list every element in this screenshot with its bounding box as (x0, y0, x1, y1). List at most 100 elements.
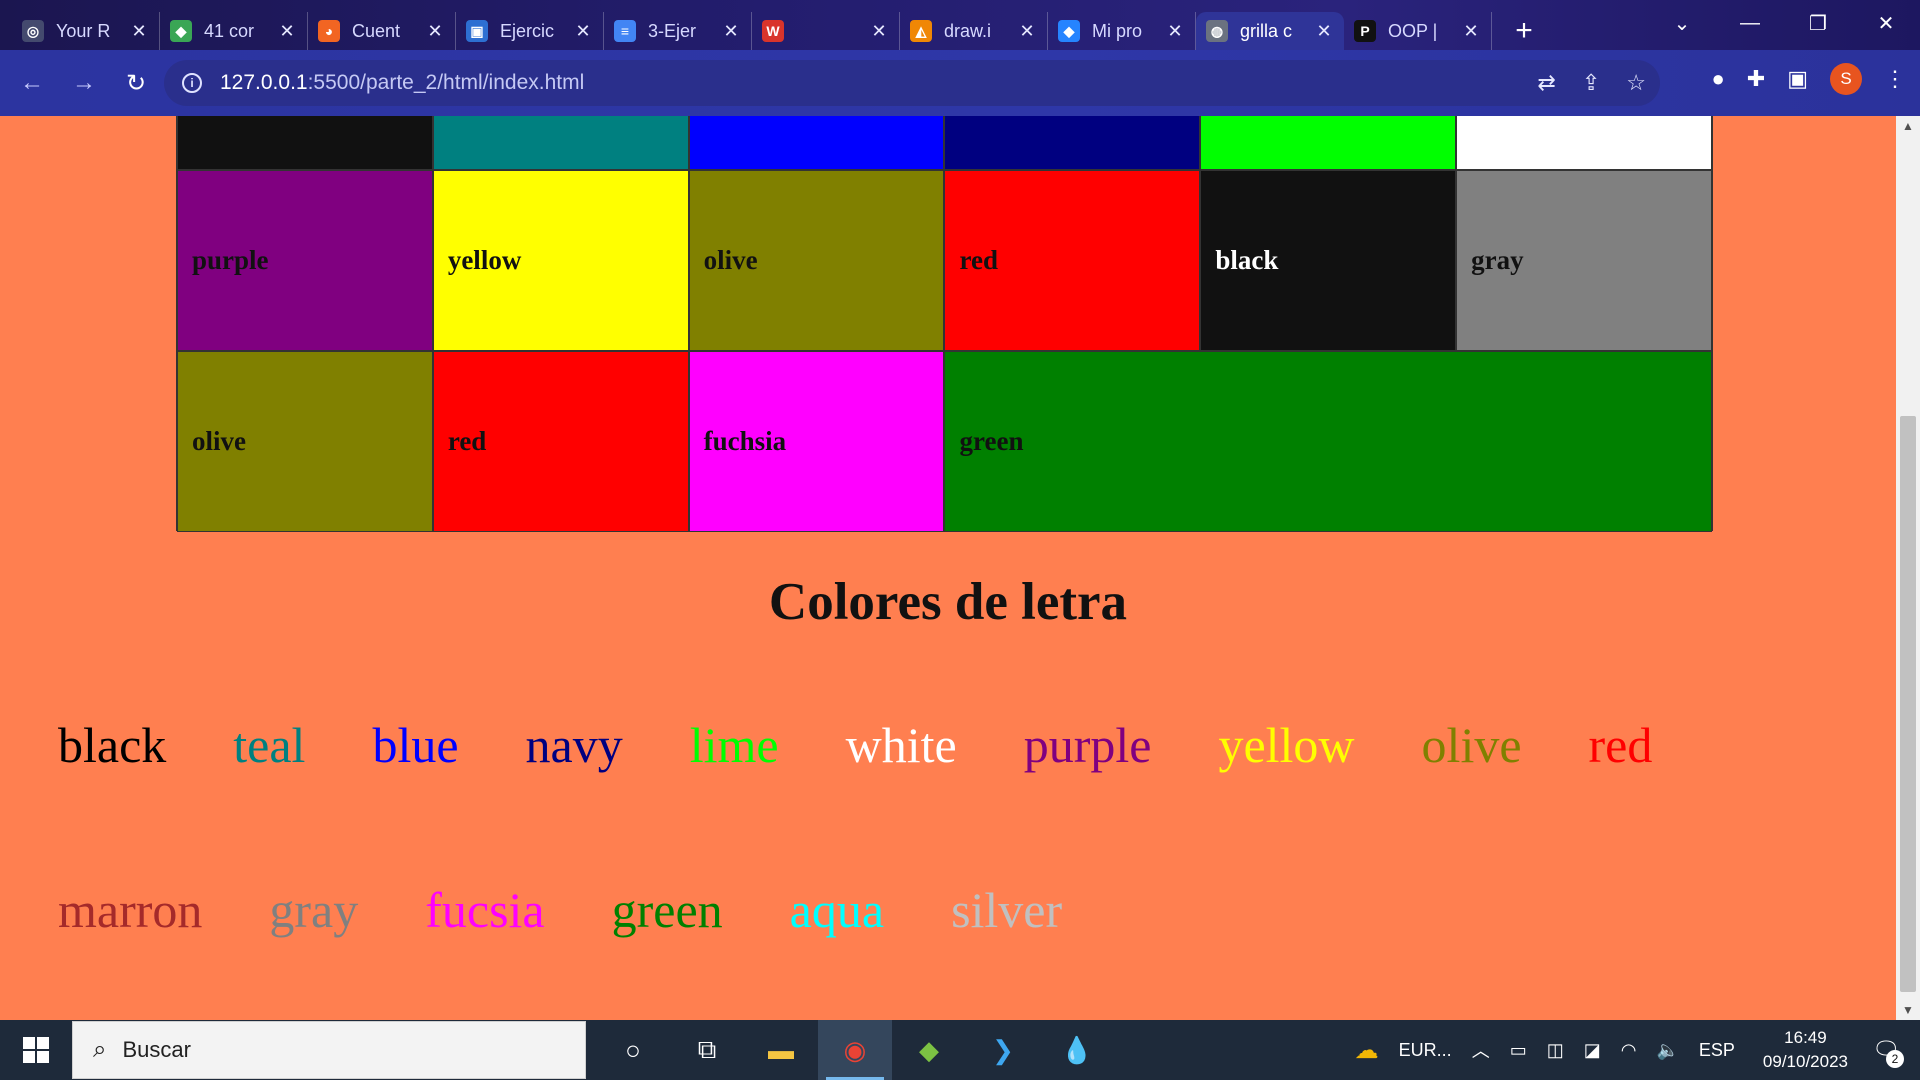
profile-avatar[interactable]: S (1830, 63, 1862, 95)
grid-cell-gray: gray (1456, 170, 1712, 351)
tab-search-icon[interactable]: ⌄ (1648, 0, 1716, 46)
browser-tab[interactable]: ◍ grilla c ✕ (1196, 12, 1344, 50)
color-word-lime: lime (689, 717, 779, 773)
color-word-gray: gray (269, 882, 359, 938)
tab-title: Ejercic (500, 20, 555, 41)
cortana-icon[interactable]: ○ (596, 1020, 670, 1080)
grid-cell (432, 116, 689, 170)
back-button[interactable]: ← (12, 63, 52, 103)
browser-tab[interactable]: W ✕ (752, 12, 900, 50)
scroll-down-icon[interactable]: ▼ (1896, 1000, 1920, 1020)
menu-kebab-icon[interactable]: ⋮ (1884, 66, 1906, 92)
git-icon[interactable]: ◆ (892, 1020, 966, 1080)
browser-tab[interactable]: ◎ Your R ✕ (12, 12, 160, 50)
clock-time: 16:49 (1784, 1028, 1827, 1047)
close-tab-icon[interactable]: ✕ (1461, 21, 1481, 42)
close-tab-icon[interactable]: ✕ (1314, 21, 1334, 42)
browser-tab[interactable]: ≡ 3-Ejer ✕ (604, 12, 752, 50)
tray-overflow-icon[interactable]: ︿ (1472, 1037, 1490, 1063)
tab-title: 41 cor (204, 20, 255, 41)
weather-label[interactable]: EUR... (1399, 1040, 1452, 1061)
side-panel-icon[interactable]: ▣ (1787, 66, 1808, 92)
tab-favicon-icon: ◭ (910, 20, 932, 42)
vscode-icon[interactable]: ❯ (966, 1020, 1040, 1080)
grid-cell-black: black (1200, 170, 1457, 351)
forward-button[interactable]: → (64, 63, 104, 103)
clock-date: 09/10/2023 (1762, 1052, 1848, 1071)
browser-toolbar: ← → ↻ i 127.0.0.1:5500/parte_2/html/inde… (0, 50, 1920, 116)
color-word-navy: navy (525, 717, 623, 773)
grid-cell (1200, 116, 1457, 170)
taskbar-search-box[interactable]: ⌕ Buscar (72, 1021, 586, 1079)
address-bar[interactable]: i 127.0.0.1:5500/parte_2/html/index.html… (164, 60, 1660, 106)
notification-badge: 2 (1886, 1050, 1904, 1068)
grid-cell-green: green (944, 351, 1712, 532)
window-controls: ⌄ — ❐ ✕ (1648, 0, 1920, 46)
tab-favicon-icon: ◆ (170, 20, 192, 42)
tab-favicon-icon: ◍ (1206, 20, 1228, 42)
color-grid: purple yellow olive red black gray olive red fuc… (176, 116, 1713, 532)
close-tab-icon[interactable]: ✕ (129, 21, 149, 42)
close-window-button[interactable]: ✕ (1852, 0, 1920, 46)
color-word-silver: silver (951, 882, 1063, 938)
restore-button[interactable]: ❐ (1784, 0, 1852, 46)
browser-tab[interactable]: ◭ draw.i ✕ (900, 12, 1048, 50)
browser-tab[interactable]: ◆ Mi pro ✕ (1048, 12, 1196, 50)
tab-favicon-icon: ≡ (614, 20, 636, 42)
tab-favicon-icon: ◆ (1058, 20, 1080, 42)
browser-tab[interactable]: P OOP | ✕ (1344, 12, 1492, 50)
browser-tab-strip: ◎ Your R ✕ ◆ 41 cor ✕ ◕ Cuent ✕ ▣ Ejercic ✕ ≡ 3-Ejer ✕… (0, 0, 1920, 50)
extension-icon[interactable]: ● (1711, 66, 1724, 92)
chrome-icon[interactable]: ◉ (818, 1020, 892, 1080)
weather-icon[interactable]: ☁ (1355, 1036, 1379, 1065)
new-tab-button[interactable]: + (1506, 14, 1542, 48)
notifications-icon[interactable]: 🗨 2 (1866, 1030, 1906, 1070)
antivirus-icon[interactable]: ◪ (1584, 1040, 1601, 1061)
grid-cell (1456, 116, 1712, 170)
file-explorer-icon[interactable]: ▬ (744, 1020, 818, 1080)
windows-taskbar: ⌕ Buscar ○ ⧉ ▬ ◉ ◆ ❯ 💧 ☁ EUR... ︿ ▭ ◫ ◪ … (0, 1020, 1920, 1080)
reload-button[interactable]: ↻ (116, 63, 156, 103)
close-tab-icon[interactable]: ✕ (721, 21, 741, 42)
language-indicator[interactable]: ESP (1699, 1040, 1735, 1061)
font-colors-row-2: marron gray fucsia green aqua silver (58, 881, 1062, 951)
close-tab-icon[interactable]: ✕ (1017, 21, 1037, 42)
close-tab-icon[interactable]: ✕ (277, 21, 297, 42)
task-view-icon[interactable]: ⧉ (670, 1020, 744, 1080)
color-word-olive: olive (1421, 717, 1522, 773)
tab-favicon-icon: ◎ (22, 20, 44, 42)
close-tab-icon[interactable]: ✕ (573, 21, 593, 42)
meet-icon[interactable]: ◫ (1547, 1040, 1564, 1061)
tab-title: Mi pro (1092, 20, 1143, 41)
browser-tab[interactable]: ◆ 41 cor ✕ (160, 12, 308, 50)
scrollbar-thumb[interactable] (1900, 416, 1916, 992)
close-tab-icon[interactable]: ✕ (425, 21, 445, 42)
color-word-red: red (1588, 717, 1653, 773)
browser-tab[interactable]: ◕ Cuent ✕ (308, 12, 456, 50)
grid-cell-purple: purple (177, 170, 433, 351)
close-tab-icon[interactable]: ✕ (869, 21, 889, 42)
start-button[interactable] (0, 1020, 72, 1080)
wifi-icon[interactable]: ◠ (1621, 1040, 1637, 1061)
tab-title: OOP | (1388, 20, 1438, 41)
color-word-fucsia: fucsia (425, 882, 545, 938)
grid-cell-red: red (432, 351, 689, 532)
color-word-white: white (845, 717, 957, 773)
paint-drop-icon[interactable]: 💧 (1040, 1020, 1114, 1080)
page-scrollbar[interactable]: ▲ ▼ (1896, 116, 1920, 1020)
browser-tab[interactable]: ▣ Ejercic ✕ (456, 12, 604, 50)
minimize-button[interactable]: — (1716, 0, 1784, 46)
tab-favicon-icon: P (1354, 20, 1376, 42)
battery-icon[interactable]: ▭ (1510, 1040, 1527, 1061)
tab-title: grilla c (1240, 20, 1293, 41)
close-tab-icon[interactable]: ✕ (1165, 21, 1185, 42)
puzzle-icon[interactable]: ✚ (1747, 66, 1765, 92)
scroll-up-icon[interactable]: ▲ (1896, 116, 1920, 136)
bookmark-star-icon[interactable]: ☆ (1626, 70, 1646, 96)
share-icon[interactable]: ⇪ (1582, 70, 1600, 96)
volume-icon[interactable]: 🔈 (1656, 1040, 1678, 1061)
clock[interactable]: 16:49 09/10/2023 (1763, 1026, 1848, 1074)
tab-title: Cuent (352, 20, 401, 41)
site-info-icon[interactable]: i (182, 73, 202, 93)
translate-icon[interactable]: ⇄ (1537, 70, 1555, 96)
